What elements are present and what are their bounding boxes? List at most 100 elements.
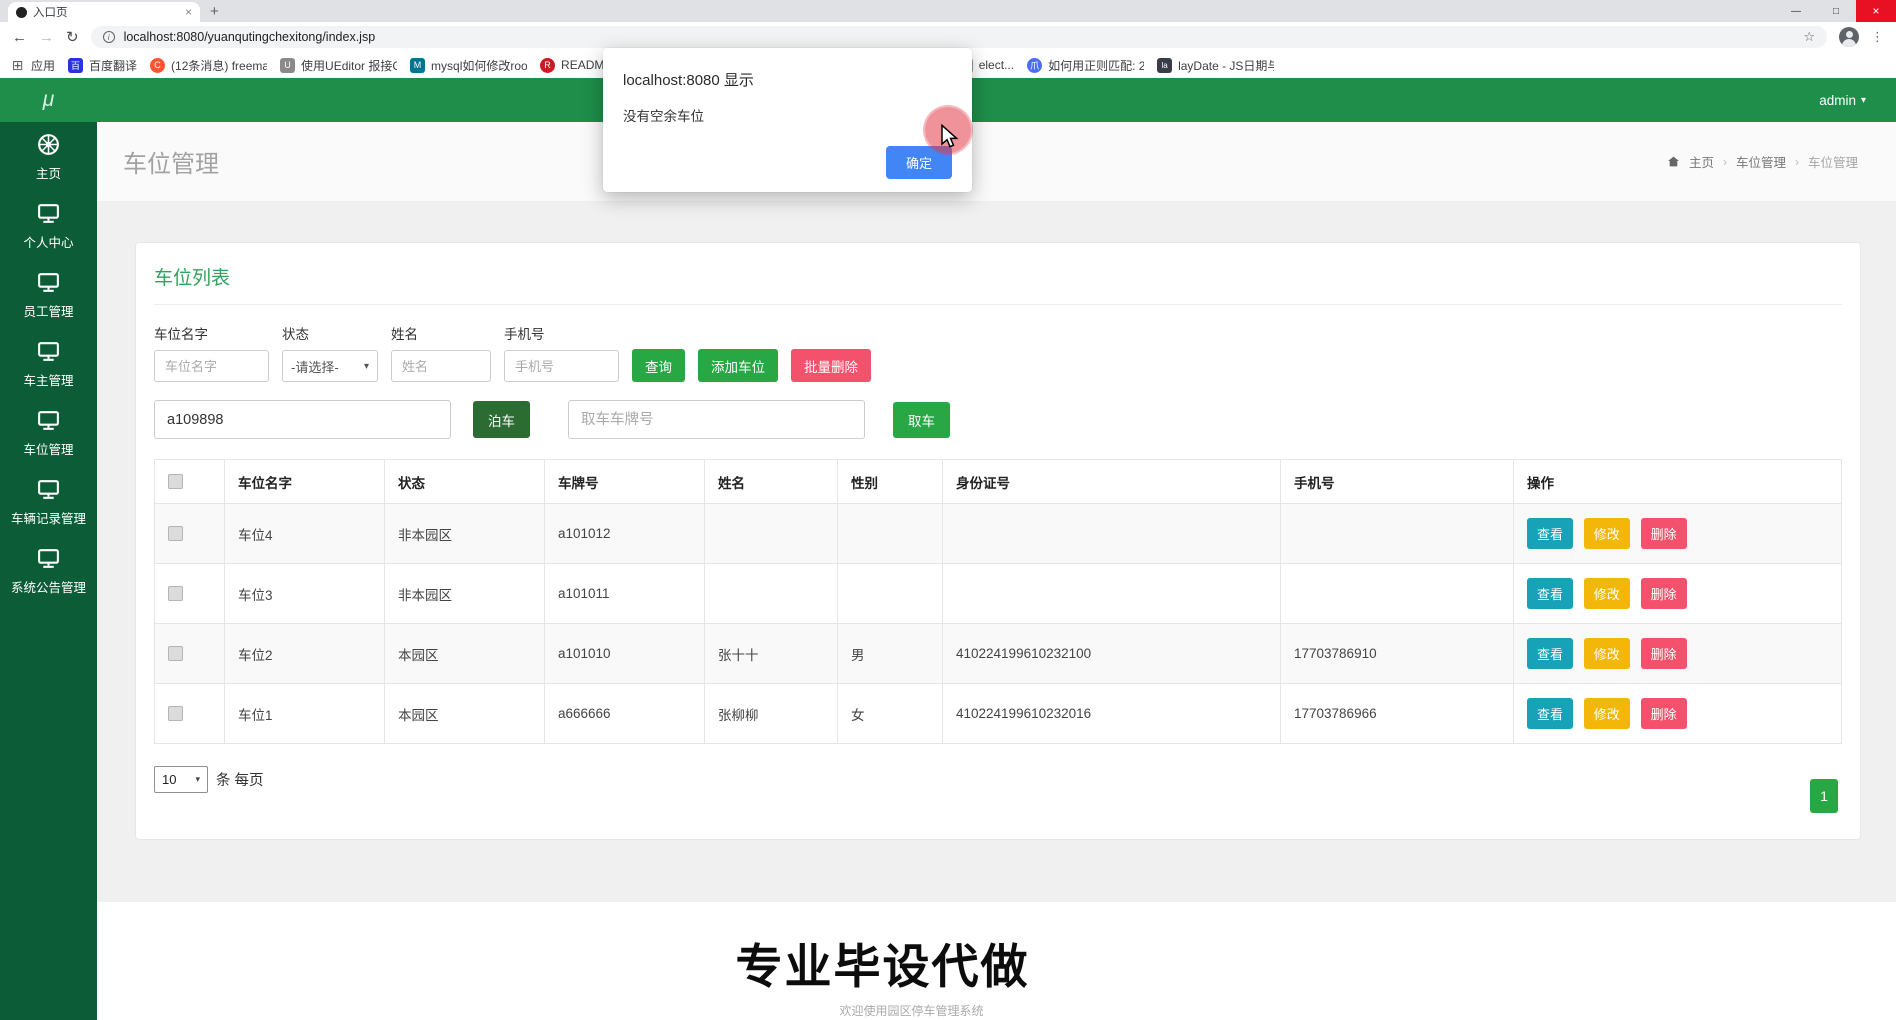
view-button[interactable]: 查看	[1527, 518, 1574, 549]
bookmark-apps[interactable]: ⊞ 应用	[10, 57, 55, 74]
add-parking-button[interactable]: 添加车位	[698, 349, 778, 382]
ueditor-icon: U	[280, 57, 296, 73]
browser-menu-icon[interactable]: ⋮	[1871, 29, 1884, 45]
edit-button[interactable]: 修改	[1583, 518, 1630, 549]
sidebar-item-employees[interactable]: 员工管理	[0, 260, 97, 329]
owner-name-input[interactable]	[391, 350, 491, 382]
batch-delete-button[interactable]: 批量删除	[791, 349, 871, 382]
mouse-cursor-icon	[941, 124, 959, 148]
delete-button[interactable]: 删除	[1640, 698, 1687, 729]
view-button[interactable]: 查看	[1527, 578, 1574, 609]
row-checkbox[interactable]	[168, 586, 183, 602]
col-header-gender: 性别	[837, 459, 943, 504]
user-menu[interactable]: admin ▾	[1819, 93, 1866, 108]
col-header-status: 状态	[384, 459, 545, 504]
breadcrumb-module[interactable]: 车位管理	[1736, 152, 1786, 171]
filter-label-name: 车位名字	[154, 327, 208, 342]
view-button[interactable]: 查看	[1527, 698, 1574, 729]
row-checkbox[interactable]	[168, 526, 183, 542]
park-pickup-bar: 泊车 取车	[154, 400, 1842, 439]
sidebar-item-announcements[interactable]: 系统公告管理	[0, 536, 97, 605]
chevron-right-icon: ›	[1794, 154, 1799, 169]
home-icon	[1667, 155, 1680, 168]
bookmark-item[interactable]: M mysql如何修改roo...	[410, 57, 527, 74]
browser-window: 入口页 × + — □ × ← → ↻ i localhost:8080/yua…	[0, 0, 1896, 1020]
page-size-select[interactable]: 10 ▾	[154, 766, 208, 793]
edit-button[interactable]: 修改	[1583, 698, 1630, 729]
edit-button[interactable]: 修改	[1583, 638, 1630, 669]
dialog-message: 没有空余车位	[623, 109, 704, 124]
url-bar[interactable]: i localhost:8080/yuanqutingchexitong/ind…	[90, 26, 1827, 48]
status-select[interactable]: -请选择- ▾	[282, 350, 378, 382]
close-button[interactable]: ×	[1856, 0, 1896, 22]
browser-tab[interactable]: 入口页 ×	[8, 2, 200, 22]
tab-title: 入口页	[33, 7, 68, 19]
pickup-plate-input[interactable]	[568, 400, 865, 439]
laydate-icon: la	[1157, 57, 1173, 73]
page-header: 车位管理 主页 › 车位管理 › 车位管理	[97, 122, 1896, 202]
info-icon[interactable]: i	[102, 31, 115, 43]
bookmark-star-icon[interactable]: ☆	[1803, 29, 1815, 45]
profile-avatar[interactable]	[1839, 27, 1859, 47]
baidu-translate-icon: 百	[68, 57, 84, 73]
sidebar: μ 主页 个人中心 员工管理 车主管理 车位管理 车辆记录管理 系统公告管理	[0, 78, 97, 1020]
filter-label-owner: 姓名	[391, 327, 418, 342]
delete-button[interactable]: 删除	[1640, 578, 1687, 609]
monitor-icon	[36, 545, 62, 571]
new-tab-button[interactable]: +	[210, 3, 219, 20]
col-header-actions: 操作	[1513, 459, 1842, 504]
minimize-button[interactable]: —	[1776, 0, 1816, 22]
filter-label-phone: 手机号	[504, 327, 545, 342]
parking-name-input[interactable]	[154, 350, 269, 382]
reload-icon[interactable]: ↻	[66, 28, 79, 46]
footer: 专业毕设代做 欢迎使用园区停车管理系统	[97, 902, 1896, 1020]
bookmark-item[interactable]: C (12条消息) freema...	[150, 57, 267, 74]
sidebar-item-owners[interactable]: 车主管理	[0, 329, 97, 398]
forward-icon[interactable]: →	[39, 29, 54, 46]
park-plate-input[interactable]	[154, 400, 451, 439]
page-1-button[interactable]: 1	[1810, 779, 1838, 813]
page-title: 车位管理	[123, 151, 219, 178]
search-button[interactable]: 查询	[632, 349, 685, 382]
content-area: 车位列表 车位名字 状态 -请选择- ▾	[97, 202, 1896, 902]
sidebar-item-parking[interactable]: 车位管理	[0, 398, 97, 467]
bookmark-item[interactable]: 百 百度翻译	[68, 57, 137, 74]
tab-close-icon[interactable]: ×	[185, 5, 192, 19]
col-header-idcard: 身份证号	[942, 459, 1281, 504]
table-row: 车位3 非本园区 a101011 查看 修改 删除	[154, 563, 1842, 624]
sidebar-item-home[interactable]: 主页	[0, 122, 97, 191]
view-button[interactable]: 查看	[1527, 638, 1574, 669]
col-header-name: 车位名字	[224, 459, 385, 504]
park-button[interactable]: 泊车	[473, 401, 530, 438]
row-checkbox[interactable]	[168, 706, 183, 722]
select-all-checkbox[interactable]	[168, 474, 183, 490]
chevron-right-icon: ›	[1722, 154, 1727, 169]
bookmark-item[interactable]: U 使用UEditor 报接C...	[280, 57, 397, 74]
parking-table: 车位名字 状态 车牌号 姓名 性别 身份证号 手机号 操作 车位4 非本园区 a…	[154, 459, 1842, 744]
edit-button[interactable]: 修改	[1583, 578, 1630, 609]
sidebar-item-profile[interactable]: 个人中心	[0, 191, 97, 260]
bookmark-item[interactable]: 爪 如何用正则匹配: 2...	[1027, 57, 1144, 74]
back-icon[interactable]: ←	[12, 29, 27, 46]
delete-button[interactable]: 删除	[1640, 638, 1687, 669]
col-header-owner: 姓名	[704, 459, 838, 504]
pagination-bar: 10 ▾ 条 每页	[154, 766, 1842, 793]
table-row: 车位1 本园区 a666666 张柳柳 女 410224199610232016…	[154, 683, 1842, 744]
dialog-title: localhost:8080 显示	[623, 72, 754, 89]
breadcrumb-home[interactable]: 主页	[1689, 152, 1714, 171]
username: admin	[1819, 92, 1856, 108]
bookmark-item[interactable]: la layDate - JS日期与...	[1157, 57, 1274, 74]
pickup-button[interactable]: 取车	[893, 401, 950, 438]
delete-button[interactable]: 删除	[1640, 518, 1687, 549]
row-checkbox[interactable]	[168, 646, 183, 662]
maximize-button[interactable]: □	[1816, 0, 1856, 22]
app-logo[interactable]: μ	[0, 78, 97, 122]
footer-slogan: 欢迎使用园区停车管理系统	[839, 1004, 984, 1018]
url-text[interactable]: localhost:8080/yuanqutingchexitong/index…	[124, 30, 1795, 44]
sidebar-item-records[interactable]: 车辆记录管理	[0, 467, 97, 536]
per-page-label: 条 每页	[216, 773, 264, 789]
phone-input[interactable]	[504, 350, 619, 382]
breadcrumb-current: 车位管理	[1807, 156, 1858, 170]
col-header-phone: 手机号	[1280, 459, 1514, 504]
select-caret-icon: ▾	[363, 360, 369, 372]
